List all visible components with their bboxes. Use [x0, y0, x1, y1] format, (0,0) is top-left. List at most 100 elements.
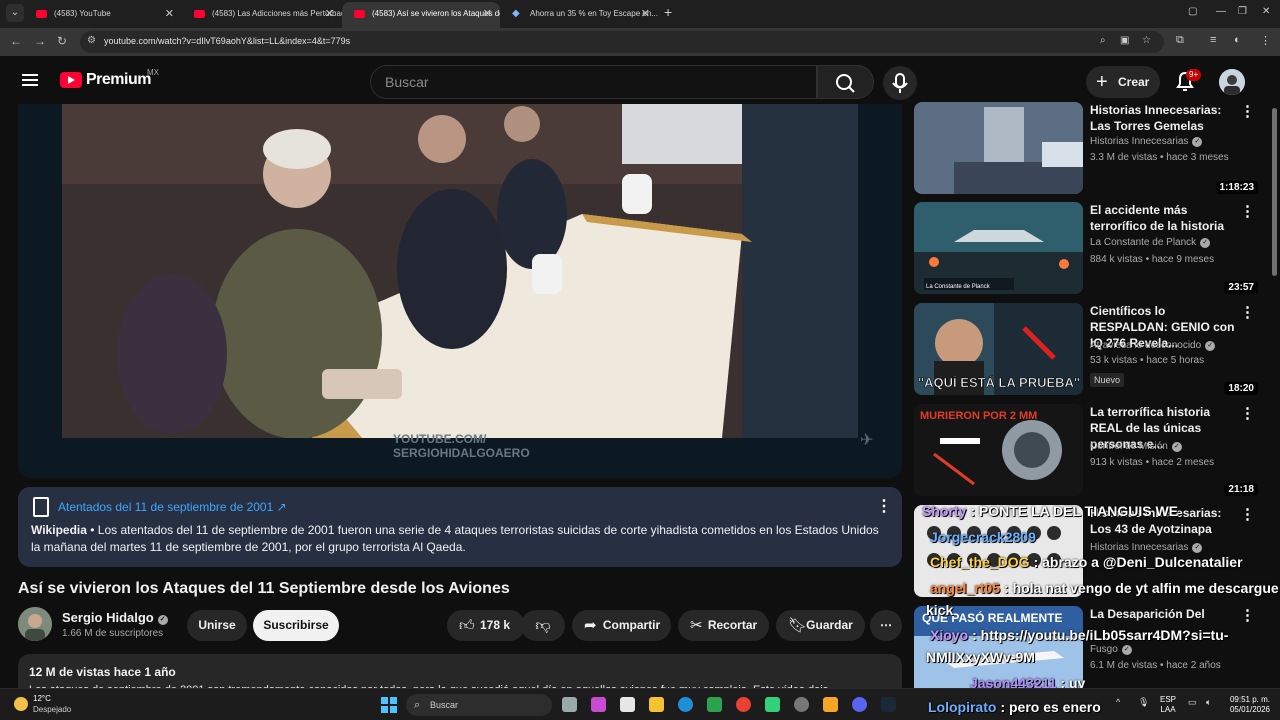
brand-label[interactable]: Premium [86, 71, 151, 89]
windows-start-icon[interactable] [381, 697, 397, 713]
app-icon[interactable] [823, 697, 838, 712]
browser-tab-toy-escape[interactable]: ◆ Ahorra un 35 % en Toy Escape en... ✕ [500, 2, 658, 28]
channel-name[interactable]: Sergio Hidalgo ✓ [62, 610, 168, 625]
site-info-icon[interactable]: ⚙ [87, 35, 96, 46]
recommendation-more-icon[interactable]: ⋮ [1240, 303, 1255, 321]
weather-moon-icon[interactable] [14, 697, 28, 711]
browser-tab-ataques[interactable]: (4583) Así se vivieron los Ataques del 1… [342, 2, 500, 28]
save-label: Guardar [806, 618, 853, 632]
forward-icon[interactable]: → [34, 34, 46, 48]
tab-search-dropdown[interactable]: ⌄ [6, 4, 24, 22]
chat-text: kick [926, 602, 954, 618]
user-photo [1219, 69, 1245, 95]
recommendation-item[interactable]: 1:18:23 Historias Innecesarias: Las Torr… [914, 102, 1262, 198]
browser-tab-adicciones[interactable]: (4583) Las Adicciones más Perturbadoras.… [182, 2, 342, 28]
verified-icon: ✓ [1205, 341, 1216, 351]
create-button[interactable]: + Crear [1086, 66, 1160, 98]
sidebar-scrollbar[interactable] [1272, 108, 1277, 276]
close-tab-icon[interactable]: ✕ [165, 2, 174, 26]
video-player[interactable]: YOUTUBE.COM/ SERGIOHIDALGOAERO ✈ [18, 104, 902, 478]
address-bar[interactable]: ⚙ youtube.com/watch?v=dIlvT69aohY&list=L… [80, 31, 1164, 53]
excel-icon[interactable] [707, 697, 722, 712]
youtube-logo-icon[interactable] [60, 72, 82, 88]
tab-overview-icon[interactable]: ▢ [1188, 6, 1197, 17]
extensions-icon[interactable]: ⧉ [1176, 34, 1184, 47]
subscribe-button[interactable]: Suscribirse [253, 610, 339, 641]
close-tab-icon[interactable]: ✕ [325, 2, 334, 26]
tab-title: Ahorra un 35 % en Toy Escape en... [530, 9, 658, 18]
steam-icon[interactable] [881, 697, 896, 712]
bookmark-star-icon[interactable]: ☆ [1142, 35, 1151, 46]
verified-icon: ✓ [157, 615, 168, 625]
recommendation-more-icon[interactable]: ⋮ [1240, 102, 1255, 120]
store-icon[interactable] [620, 697, 635, 712]
join-button[interactable]: Unirse [187, 610, 247, 641]
tray-overflow-icon[interactable]: ^ [1116, 697, 1120, 707]
tab-title: (4583) Así se vivieron los Ataques del 1… [372, 9, 500, 18]
info-topic-link[interactable]: Atentados del 11 de septiembre de 2001 ↗ [58, 500, 287, 514]
airplane-watermark-icon: ✈ [860, 432, 874, 449]
taskbar-clock[interactable]: 09:51 p. m. 05/01/2026 [1226, 695, 1270, 715]
input-language[interactable]: ESP LAA [1160, 695, 1176, 715]
microphone-icon[interactable]: 🎙︎ [1138, 697, 1149, 708]
chat-message: Jorgecrack2809 [930, 529, 1040, 545]
reload-icon[interactable]: ↻ [57, 34, 67, 48]
recommendation-more-icon[interactable]: ⋮ [1240, 202, 1255, 220]
recommendation-stats: 3.3 M de vistas • hace 3 meses [1090, 152, 1229, 163]
file-explorer-icon[interactable] [649, 697, 664, 712]
reading-list-icon[interactable]: ≡ [1210, 34, 1216, 46]
recommendation-more-icon[interactable]: ⋮ [1240, 606, 1255, 624]
taskbar-search-label: Buscar [430, 700, 459, 710]
search-input[interactable] [383, 73, 803, 91]
maximize-icon[interactable]: ❐ [1238, 6, 1247, 17]
app-icon[interactable] [765, 697, 780, 712]
search-box[interactable] [370, 65, 817, 99]
like-button[interactable]: 👍︎ 178 k [447, 610, 525, 641]
app-icon[interactable] [794, 697, 809, 712]
search-button[interactable] [817, 65, 874, 99]
recommendation-more-icon[interactable]: ⋮ [1240, 505, 1255, 523]
recommendation-item[interactable]: La Constante de Planck 23:57 El accident… [914, 202, 1262, 298]
discord-icon[interactable] [852, 697, 867, 712]
back-icon[interactable]: ← [10, 34, 22, 48]
chat-message: Chef_the_DOG: abrazo a @Deni_Dulcenatali… [930, 554, 1243, 570]
save-button[interactable]: 🔖︎ Guardar [776, 610, 865, 641]
menu-icon[interactable] [22, 74, 38, 86]
new-tab-icon[interactable]: + [664, 4, 672, 20]
recommendation-item[interactable]: QUÉ PASÓ REALMENTE La Desaparición Del F… [914, 606, 1262, 688]
close-window-icon[interactable]: ✕ [1262, 6, 1270, 17]
close-tab-icon[interactable]: ✕ [483, 2, 492, 26]
clip-button[interactable]: ✂ Recortar [678, 610, 769, 641]
video-duration: 18:20 [1224, 382, 1258, 395]
info-source: Wikipedia [31, 523, 87, 537]
dislike-button[interactable]: 👎︎ [521, 610, 565, 641]
url-text: youtube.com/watch?v=dIlvT69aohY&list=LL&… [104, 36, 351, 46]
chrome-icon[interactable] [736, 697, 751, 712]
watermark-line-1: YOUTUBE.COM/ [393, 432, 487, 446]
account-avatar[interactable] [1219, 69, 1245, 95]
chat-text: : PONTE LA DEL TIANGUIS WE [970, 503, 1179, 519]
task-view-icon[interactable] [562, 697, 577, 712]
browser-tab-youtube[interactable]: (4583) YouTube ✕ [24, 2, 182, 28]
zoom-icon[interactable]: ⌕ [1100, 35, 1106, 46]
more-actions-button[interactable]: ⋯ [870, 610, 902, 641]
browser-menu-icon[interactable]: ⋮ [1260, 34, 1271, 47]
close-tab-icon[interactable]: ✕ [641, 2, 650, 26]
minimize-icon[interactable]: — [1216, 6, 1226, 17]
recommendation-title: El accidente más terrorífico de la histo… [1090, 203, 1225, 233]
edge-icon[interactable] [678, 697, 693, 712]
network-icon[interactable]: ▭ [1188, 697, 1197, 708]
copilot-icon[interactable] [591, 697, 606, 712]
profile-icon[interactable]: ◐ [1234, 34, 1241, 46]
share-button[interactable]: ➦ Compartir [572, 610, 671, 641]
recommendation-channel: Historias Innecesarias ✓ [1090, 136, 1203, 147]
recommendation-more-icon[interactable]: ⋮ [1240, 404, 1255, 422]
cast-icon[interactable]: ▣ [1120, 35, 1129, 46]
volume-icon[interactable]: 🔈︎ [1206, 697, 1211, 708]
taskbar-search[interactable]: ⌕ Buscar [406, 694, 552, 716]
recommendation-item[interactable]: MURIERON POR 2 MM 21:18 La terrorífica h… [914, 404, 1262, 500]
info-more-icon[interactable]: ⋮ [876, 496, 892, 516]
channel-avatar[interactable] [18, 607, 52, 641]
recommendation-item[interactable]: "AQUÍ ESTÁ LA PRUEBA" 18:20 Científicos … [914, 303, 1262, 399]
voice-search-button[interactable] [883, 66, 917, 100]
